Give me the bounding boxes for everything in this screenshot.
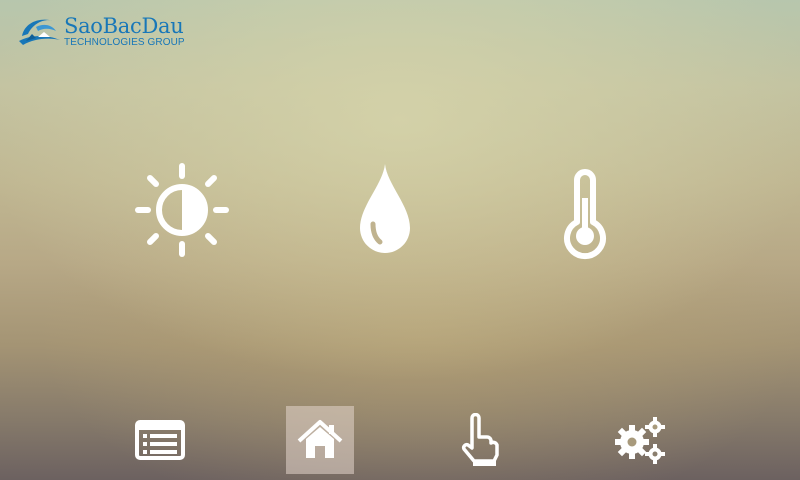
temperature-button[interactable] — [540, 158, 630, 262]
brightness-icon — [135, 163, 229, 257]
logo-mark-icon — [19, 19, 60, 45]
list-icon — [135, 420, 185, 460]
water-drop-icon — [360, 164, 410, 253]
home-icon — [297, 420, 343, 458]
brightness-button[interactable] — [130, 158, 234, 262]
company-logo: SaoBacDau TECHNOLOGIES GROUP — [16, 10, 185, 52]
nav-home-button[interactable] — [286, 406, 354, 474]
logo-name: SaoBacDau — [64, 13, 184, 38]
humidity-button[interactable] — [340, 158, 430, 262]
nav-touch-button[interactable] — [446, 406, 514, 474]
gears-icon — [615, 417, 665, 464]
nav-settings-button[interactable] — [606, 406, 674, 474]
logo-tagline: TECHNOLOGIES GROUP — [64, 36, 185, 48]
thermometer-icon — [564, 169, 606, 260]
touch-hand-icon — [461, 413, 499, 466]
nav-list-button[interactable] — [126, 406, 194, 474]
